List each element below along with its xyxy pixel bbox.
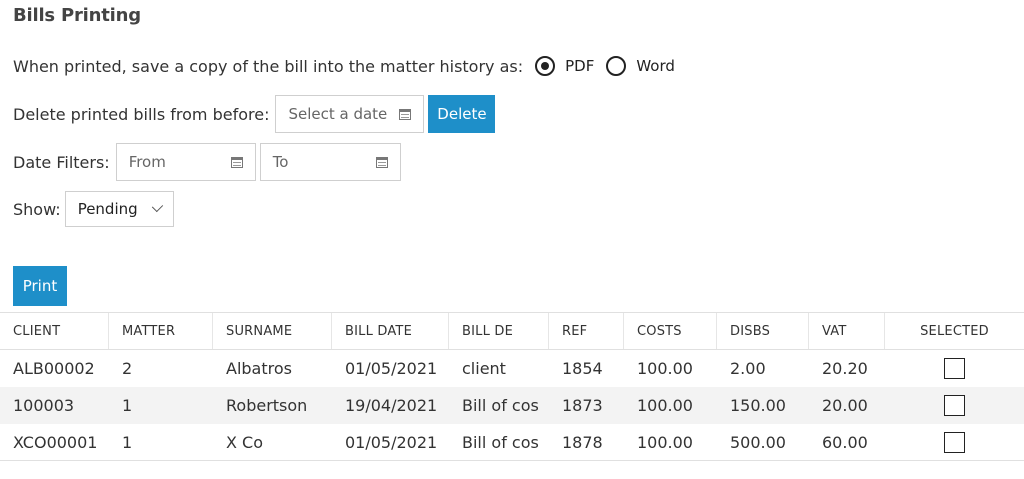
table-row[interactable]: 100003 1 Robertson 19/04/2021 Bill of co… bbox=[0, 387, 1024, 424]
pdf-radio[interactable] bbox=[535, 56, 556, 76]
column-header-disbs[interactable]: DISBS bbox=[717, 313, 809, 349]
table-row[interactable]: XCO00001 1 X Co 01/05/2021 Bill of cos 1… bbox=[0, 424, 1024, 461]
cell-bill-desc: client bbox=[462, 359, 506, 378]
cell-client: XCO00001 bbox=[13, 432, 98, 452]
delete-row: Delete printed bills from before: Select… bbox=[13, 95, 496, 133]
word-radio-label: Word bbox=[636, 57, 675, 75]
cell-vat: 60.00 bbox=[822, 432, 868, 452]
pdf-radio-label: PDF bbox=[565, 57, 595, 75]
cell-client: ALB00002 bbox=[13, 359, 95, 378]
delete-date-input[interactable]: Select a date bbox=[275, 95, 425, 133]
show-label: Show: bbox=[13, 199, 61, 219]
cell-matter: 1 bbox=[122, 432, 133, 452]
delete-label: Delete printed bills from before: bbox=[13, 104, 270, 124]
select-checkbox[interactable] bbox=[944, 431, 965, 453]
select-checkbox[interactable] bbox=[944, 395, 965, 416]
to-date-input[interactable]: To bbox=[259, 143, 401, 181]
calendar-icon[interactable] bbox=[375, 156, 388, 168]
cell-bill-date: 01/05/2021 bbox=[345, 432, 438, 452]
cell-vat: 20.00 bbox=[822, 396, 868, 415]
chevron-down-icon bbox=[151, 200, 163, 213]
save-copy-label: When printed, save a copy of the bill in… bbox=[13, 56, 524, 76]
cell-ref: 1854 bbox=[562, 359, 603, 378]
date-filters-label: Date Filters: bbox=[13, 152, 110, 172]
cell-ref: 1878 bbox=[562, 432, 603, 452]
cell-bill-desc: Bill of cos bbox=[462, 432, 539, 452]
cell-vat: 20.20 bbox=[822, 359, 868, 378]
cell-disbs: 150.00 bbox=[730, 396, 786, 415]
cell-matter: 1 bbox=[122, 396, 133, 415]
cell-bill-desc: Bill of cos bbox=[462, 396, 539, 415]
cell-costs: 100.00 bbox=[637, 359, 693, 378]
cell-costs: 100.00 bbox=[637, 432, 693, 452]
show-row: Show: Pending bbox=[13, 191, 174, 227]
column-header-costs[interactable]: COSTS bbox=[624, 313, 717, 349]
cell-bill-date: 01/05/2021 bbox=[345, 359, 438, 378]
cell-costs: 100.00 bbox=[637, 396, 693, 415]
table-row[interactable]: ALB00002 2 Albatros 01/05/2021 client 18… bbox=[0, 350, 1024, 387]
column-header-bill-desc[interactable]: BILL DE bbox=[449, 313, 549, 349]
column-header-selected[interactable]: SELECTED bbox=[885, 313, 1024, 349]
from-date-input[interactable]: From bbox=[115, 143, 256, 181]
cell-selected bbox=[885, 387, 1024, 424]
bills-table: CLIENT MATTER SURNAME BILL DATE BILL DE … bbox=[0, 312, 1024, 461]
bills-printing-page: Bills Printing When printed, save a copy… bbox=[0, 0, 1024, 479]
word-radio-option[interactable]: Word bbox=[606, 56, 675, 76]
column-header-ref[interactable]: REF bbox=[549, 313, 624, 349]
column-header-client[interactable]: CLIENT bbox=[0, 313, 109, 349]
calendar-icon[interactable] bbox=[399, 108, 412, 120]
from-date-placeholder: From bbox=[128, 153, 166, 171]
cell-client: 100003 bbox=[13, 396, 75, 415]
column-header-vat[interactable]: VAT bbox=[809, 313, 885, 349]
show-selected-value: Pending bbox=[77, 200, 138, 218]
delete-button[interactable]: Delete bbox=[428, 95, 496, 133]
pdf-radio-option[interactable]: PDF bbox=[535, 56, 594, 76]
cell-surname: X Co bbox=[226, 432, 264, 452]
column-header-surname[interactable]: SURNAME bbox=[213, 313, 332, 349]
to-date-placeholder: To bbox=[272, 153, 289, 171]
cell-bill-date: 19/04/2021 bbox=[345, 396, 438, 415]
print-button[interactable]: Print bbox=[13, 266, 67, 306]
table-header: CLIENT MATTER SURNAME BILL DATE BILL DE … bbox=[0, 312, 1024, 350]
cell-ref: 1873 bbox=[562, 396, 603, 415]
page-title: Bills Printing bbox=[13, 5, 141, 26]
column-header-bill-date[interactable]: BILL DATE bbox=[332, 313, 449, 349]
cell-matter: 2 bbox=[122, 359, 133, 378]
cell-selected bbox=[885, 424, 1024, 460]
cell-disbs: 500.00 bbox=[730, 432, 786, 452]
save-copy-row: When printed, save a copy of the bill in… bbox=[13, 50, 675, 82]
column-header-matter[interactable]: MATTER bbox=[109, 313, 213, 349]
show-select[interactable]: Pending bbox=[64, 191, 174, 227]
cell-disbs: 2.00 bbox=[730, 359, 766, 378]
cell-surname: Robertson bbox=[226, 396, 308, 415]
word-radio[interactable] bbox=[606, 56, 627, 76]
calendar-icon[interactable] bbox=[230, 156, 243, 168]
cell-selected bbox=[885, 350, 1024, 387]
cell-surname: Albatros bbox=[226, 359, 292, 378]
delete-date-placeholder: Select a date bbox=[288, 105, 388, 123]
date-filters-row: Date Filters: From To bbox=[13, 143, 401, 181]
select-checkbox[interactable] bbox=[944, 358, 965, 379]
